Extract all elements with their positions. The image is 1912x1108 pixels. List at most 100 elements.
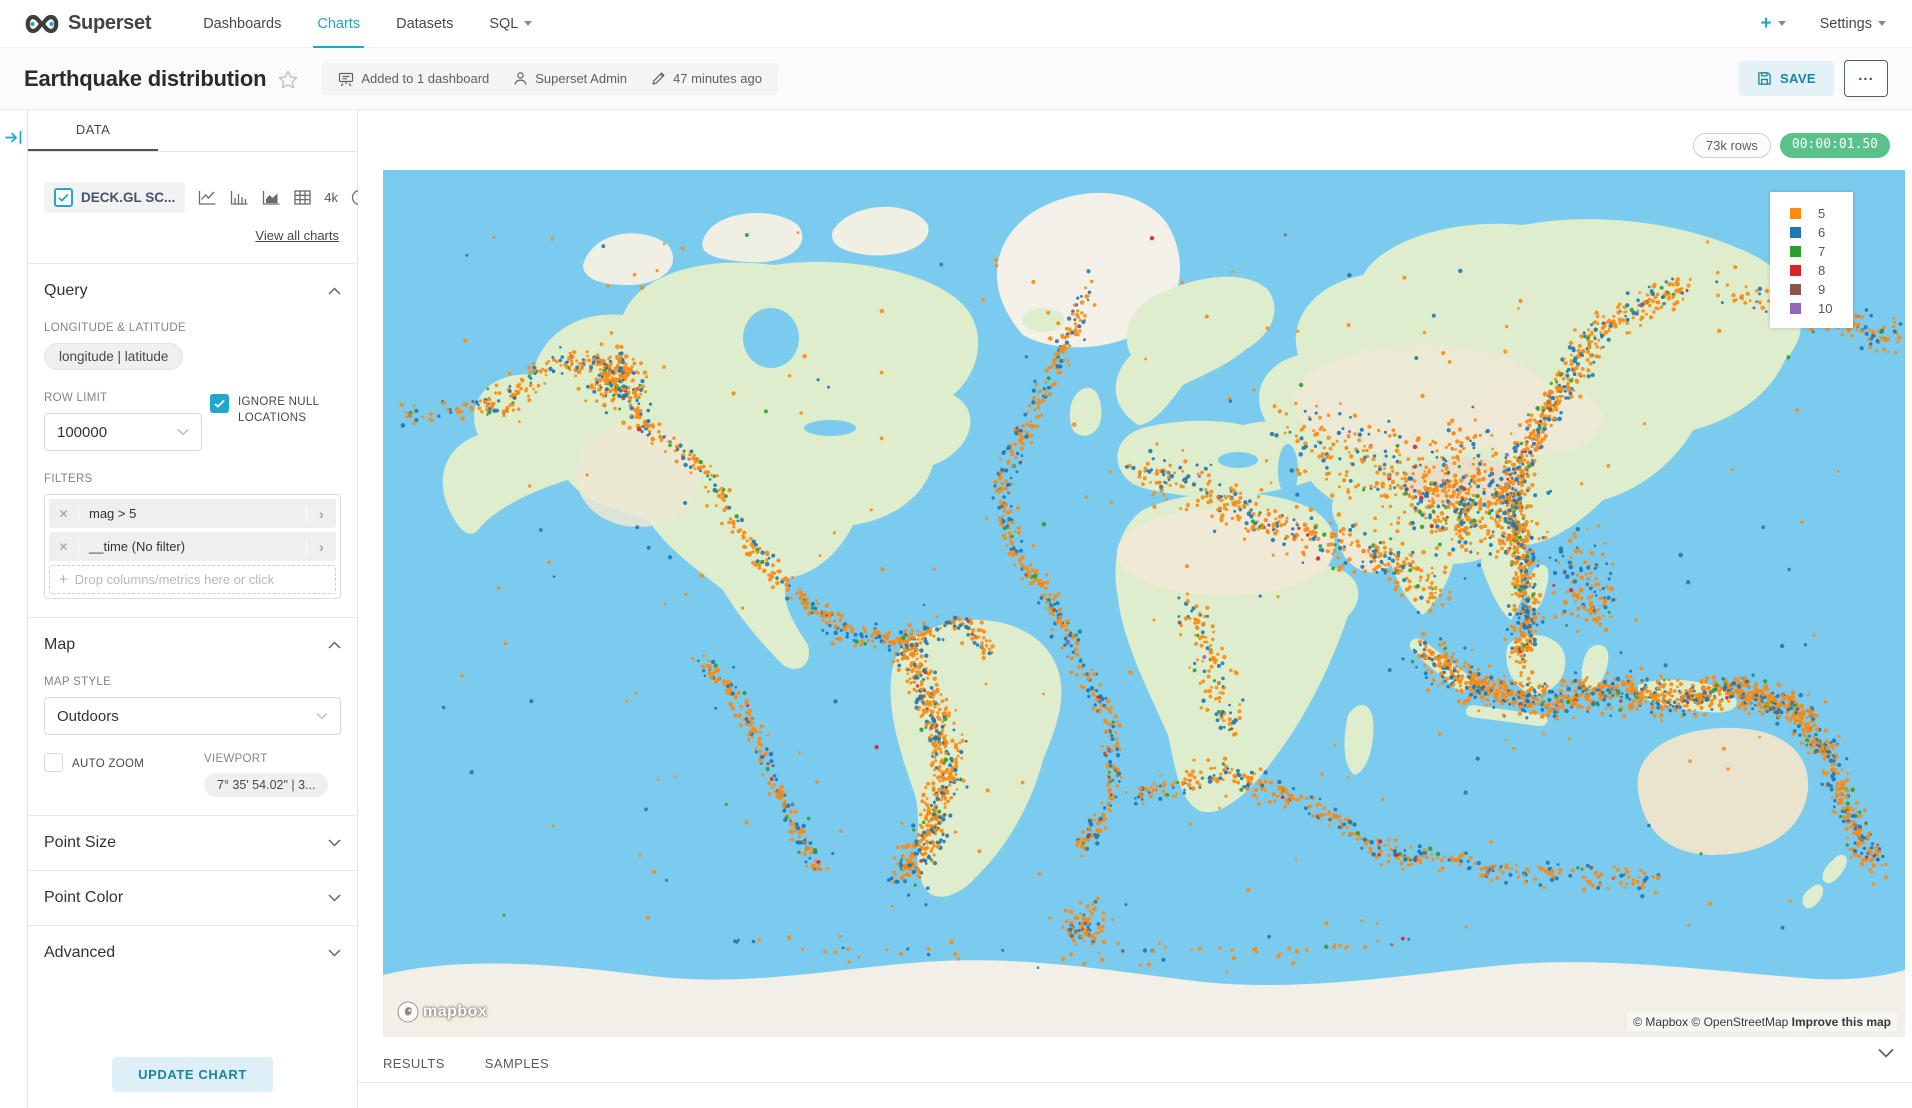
legend-swatch <box>1790 284 1801 295</box>
chevron-down-icon <box>177 428 189 436</box>
nav-sql[interactable]: SQL <box>489 0 532 48</box>
table-icon[interactable] <box>294 190 311 205</box>
line-chart-icon[interactable] <box>198 190 217 205</box>
ignore-null-checkbox[interactable]: IGNORE NULL LOCATIONS <box>210 394 341 426</box>
chevron-up-icon <box>328 641 341 649</box>
superset-brand[interactable]: Superset <box>24 12 151 36</box>
save-button[interactable]: SAVE <box>1739 61 1834 96</box>
remove-filter-icon[interactable]: ✕ <box>49 540 79 554</box>
dashboards-meta[interactable]: Added to 1 dashboard <box>338 71 489 87</box>
legend-row[interactable]: 8 <box>1790 261 1843 280</box>
chart-meta-group: Added to 1 dashboard Superset Admin 47 m… <box>322 63 778 95</box>
legend-label: 6 <box>1818 225 1825 240</box>
chevron-right-icon[interactable]: › <box>306 539 336 555</box>
owner-meta[interactable]: Superset Admin <box>513 71 627 86</box>
row-count-badge: 73k rows <box>1693 133 1771 158</box>
viz-type-4k[interactable]: 4k <box>324 190 338 205</box>
collapse-panel-icon[interactable] <box>5 130 22 145</box>
legend-row[interactable]: 6 <box>1790 223 1843 242</box>
viewport-label: VIEWPORT <box>204 753 341 765</box>
chevron-down-icon <box>328 839 341 847</box>
legend-swatch <box>1790 303 1801 314</box>
lonlat-label: LONGITUDE & LATITUDE <box>44 322 341 334</box>
mapbox-logo[interactable]: mapbox <box>397 1001 487 1023</box>
legend-row[interactable]: 10 <box>1790 299 1843 318</box>
more-actions-button[interactable]: ... <box>1844 60 1888 97</box>
last-modified-meta[interactable]: 47 minutes ago <box>651 71 762 86</box>
filter-drop-zone[interactable]: + Drop columns/metrics here or click <box>49 565 336 594</box>
superset-logo-icon <box>24 12 60 36</box>
improve-map-link[interactable]: Improve this map <box>1792 1015 1891 1029</box>
legend-swatch <box>1790 227 1801 238</box>
legend-swatch <box>1790 265 1801 276</box>
map-style-select[interactable]: Outdoors <box>44 697 341 735</box>
nav-datasets[interactable]: Datasets <box>396 0 453 48</box>
lonlat-chip[interactable]: longitude | latitude <box>44 343 183 370</box>
filter-chip-time[interactable]: ✕ __time (No filter) › <box>49 532 336 561</box>
map-attribution: © Mapbox © OpenStreetMap Improve this ma… <box>1627 1013 1897 1031</box>
pencil-icon <box>651 71 666 86</box>
results-bar: RESULTS SAMPLES <box>358 1045 1912 1082</box>
favorite-star-icon[interactable] <box>278 70 298 89</box>
chevron-down-icon <box>328 949 341 957</box>
viz-type-name: DECK.GL SC... <box>81 190 175 205</box>
nav-charts[interactable]: Charts <box>317 0 360 48</box>
page-title: Earthquake distribution <box>24 66 266 92</box>
expand-results-chevron-icon[interactable] <box>1878 1048 1894 1058</box>
viz-type-selected-chip[interactable]: DECK.GL SC... <box>44 182 185 213</box>
top-navbar: Superset Dashboards Charts Datasets SQL … <box>0 0 1912 48</box>
new-item-button[interactable]: + <box>1760 13 1785 35</box>
query-section-header[interactable]: Query <box>44 282 341 300</box>
legend-label: 9 <box>1818 282 1825 297</box>
row-limit-label: ROW LIMIT <box>44 392 204 404</box>
tab-samples[interactable]: SAMPLES <box>485 1056 549 1071</box>
settings-menu[interactable]: Settings <box>1820 16 1886 32</box>
area-chart-icon[interactable] <box>262 190 281 205</box>
deckgl-scatter-map[interactable]: 5 6 7 8 9 10 mapbox © Mapbox © OpenStreetMap … <box>383 170 1905 1037</box>
chevron-down-icon <box>1778 21 1786 26</box>
chart-header: Earthquake distribution Added to 1 dashb… <box>0 48 1912 110</box>
chevron-down-icon <box>316 712 328 720</box>
query-timer-badge: 00:00:01.50 <box>1780 133 1890 158</box>
legend-swatch <box>1790 208 1801 219</box>
chevron-right-icon[interactable]: › <box>306 506 336 522</box>
legend-label: 8 <box>1818 263 1825 278</box>
brand-name: Superset <box>68 12 151 35</box>
chevron-down-icon <box>328 894 341 902</box>
chevron-down-icon <box>524 21 532 26</box>
legend-label: 10 <box>1818 301 1832 316</box>
tab-results[interactable]: RESULTS <box>383 1056 445 1071</box>
panel-tab-bar: DATA <box>28 110 357 152</box>
advanced-section[interactable]: Advanced <box>44 944 341 962</box>
dashboard-icon <box>338 71 354 87</box>
tab-data[interactable]: DATA <box>28 110 158 151</box>
viz-selected-checkbox <box>54 188 73 207</box>
filters-label: FILTERS <box>44 473 341 485</box>
checkbox-unchecked-icon <box>44 753 63 772</box>
filter-chip-mag[interactable]: ✕ mag > 5 › <box>49 499 336 528</box>
update-chart-button[interactable]: UPDATE CHART <box>112 1057 273 1092</box>
viewport-value[interactable]: 7° 35' 54.02" | 3... <box>204 773 328 797</box>
nav-dashboards[interactable]: Dashboards <box>203 0 281 48</box>
row-limit-select[interactable]: 100000 <box>44 413 202 451</box>
legend-label: 7 <box>1818 244 1825 259</box>
map-section-header[interactable]: Map <box>44 636 341 654</box>
chevron-up-icon <box>328 287 341 295</box>
bar-chart-icon[interactable] <box>230 190 249 205</box>
mapbox-circle-icon <box>397 1001 419 1023</box>
legend-row[interactable]: 9 <box>1790 280 1843 299</box>
chevron-down-icon <box>1878 21 1886 26</box>
save-icon <box>1757 71 1772 86</box>
panel-collapse-rail <box>0 110 28 1108</box>
remove-filter-icon[interactable]: ✕ <box>49 507 79 521</box>
legend-row[interactable]: 7 <box>1790 242 1843 261</box>
user-icon <box>513 71 528 86</box>
view-all-charts-link[interactable]: View all charts <box>255 228 339 243</box>
legend-label: 5 <box>1818 206 1825 221</box>
auto-zoom-checkbox[interactable]: AUTO ZOOM <box>44 753 204 772</box>
point-color-section[interactable]: Point Color <box>44 889 341 907</box>
filters-box: ✕ mag > 5 › ✕ __time (No filter) › + Dro… <box>44 494 341 599</box>
legend-row[interactable]: 5 <box>1790 204 1843 223</box>
chart-container: 73k rows 00:00:01.50 <box>358 110 1912 1108</box>
point-size-section[interactable]: Point Size <box>44 834 341 852</box>
